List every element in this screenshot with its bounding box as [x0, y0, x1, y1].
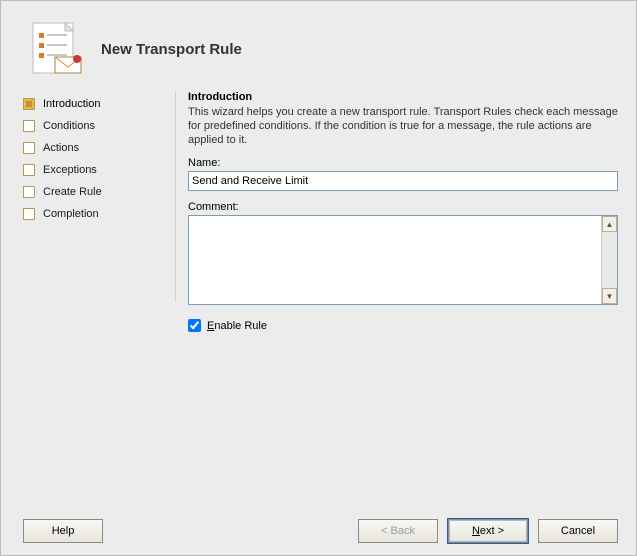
rule-name-input[interactable] — [188, 171, 618, 191]
wizard-steps-sidebar: Introduction Conditions Actions Exceptio… — [19, 87, 169, 225]
step-actions[interactable]: Actions — [19, 137, 169, 159]
step-completion[interactable]: Completion — [19, 203, 169, 225]
comment-label: Comment: — [188, 201, 618, 213]
wizard-icon — [29, 21, 85, 77]
step-create-rule[interactable]: Create Rule — [19, 181, 169, 203]
step-label: Exceptions — [43, 164, 97, 176]
rule-comment-input[interactable] — [189, 216, 601, 304]
help-button[interactable]: Help — [23, 519, 103, 543]
cancel-button[interactable]: Cancel — [538, 519, 618, 543]
comment-scrollbar[interactable]: ▲ ▼ — [601, 216, 617, 304]
step-exceptions[interactable]: Exceptions — [19, 159, 169, 181]
next-button[interactable]: Next > — [448, 519, 528, 543]
scroll-up-icon[interactable]: ▲ — [602, 216, 617, 232]
wizard-title: New Transport Rule — [101, 41, 242, 58]
step-label: Create Rule — [43, 186, 102, 198]
back-button: < Back — [358, 519, 438, 543]
step-status-icon — [23, 186, 35, 198]
wizard-body: Introduction Conditions Actions Exceptio… — [1, 87, 636, 332]
step-label: Conditions — [43, 120, 95, 132]
wizard-header: New Transport Rule — [1, 1, 636, 87]
wizard-main-panel: Introduction This wizard helps you creat… — [188, 87, 624, 332]
step-label: Actions — [43, 142, 79, 154]
section-title: Introduction — [188, 91, 618, 103]
enable-rule-checkbox[interactable] — [188, 319, 201, 332]
enable-rule-label[interactable]: Enable Rule — [207, 320, 267, 332]
step-introduction[interactable]: Introduction — [19, 93, 169, 115]
step-label: Completion — [43, 208, 99, 220]
step-status-icon — [23, 120, 35, 132]
step-status-icon — [23, 164, 35, 176]
step-label: Introduction — [43, 98, 100, 110]
vertical-divider — [175, 91, 176, 302]
scroll-down-icon[interactable]: ▼ — [602, 288, 617, 304]
step-status-icon — [23, 208, 35, 220]
wizard-button-bar: Help < Back Next > Cancel — [1, 519, 636, 543]
step-conditions[interactable]: Conditions — [19, 115, 169, 137]
section-description: This wizard helps you create a new trans… — [188, 105, 618, 147]
step-status-icon — [23, 142, 35, 154]
name-label: Name: — [188, 157, 618, 169]
step-status-icon — [23, 98, 35, 110]
comment-field-wrap: ▲ ▼ — [188, 215, 618, 305]
